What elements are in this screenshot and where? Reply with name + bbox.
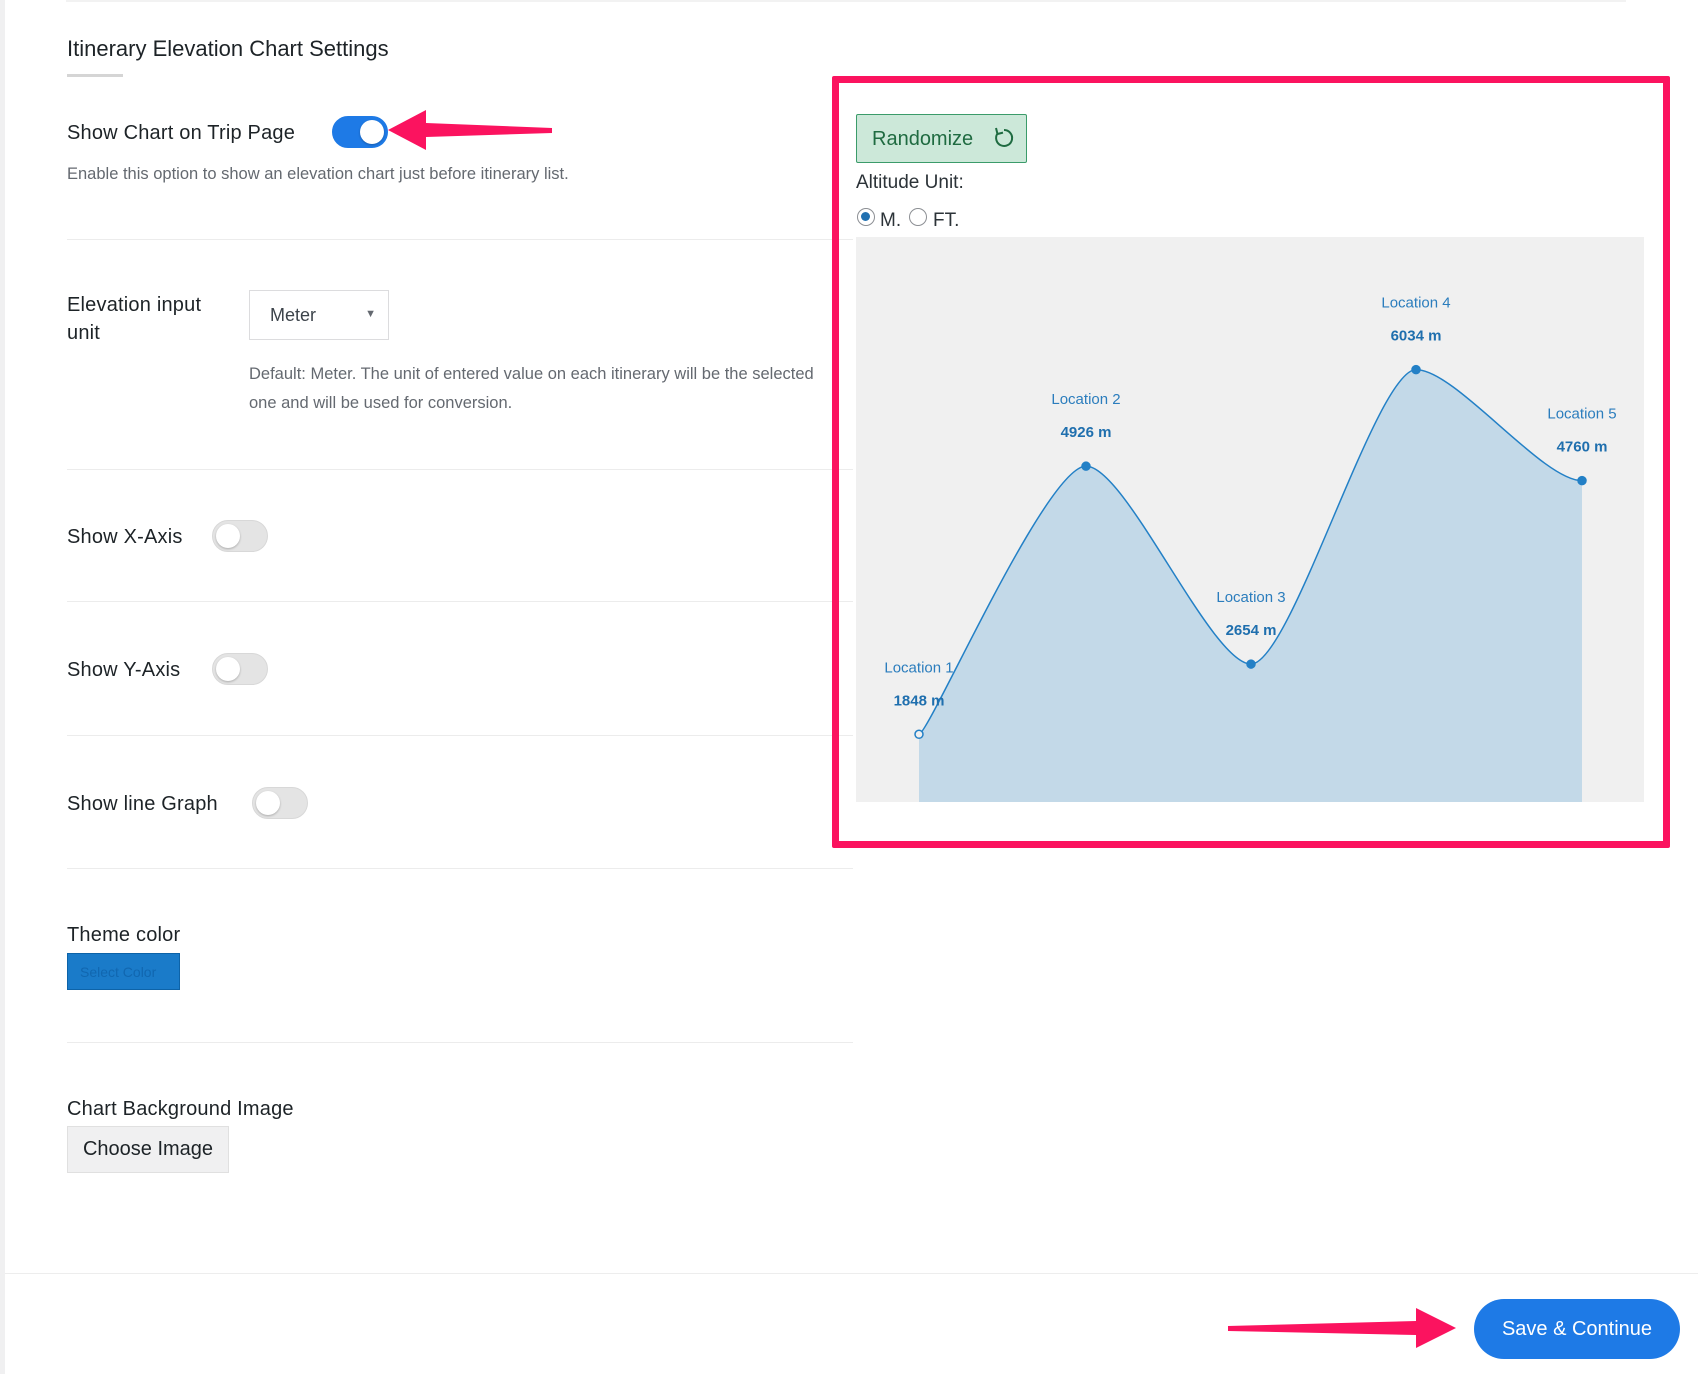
chart-category-label: Location 3	[1216, 589, 1285, 606]
save-continue-button[interactable]: Save & Continue	[1474, 1299, 1680, 1359]
chart-point	[1081, 461, 1091, 471]
altitude-unit-label: Altitude Unit:	[856, 172, 964, 193]
divider	[67, 239, 853, 240]
title-underline	[67, 74, 123, 77]
chart-category-label: Location 1	[884, 659, 953, 676]
refresh-icon	[995, 127, 1014, 147]
elevation-unit-value: Meter	[270, 305, 317, 325]
elevation-chart: Location 1 1848 m Location 2 4926 m Location…	[856, 237, 1644, 802]
arrow-icon	[1228, 1308, 1456, 1348]
unit-radio-meter-label: M.	[880, 210, 902, 231]
chart-value-label: 2654 m	[1226, 622, 1277, 639]
chart-point	[1411, 364, 1421, 375]
select-color-text: Select Color	[80, 964, 157, 980]
show-chart-label: Show Chart on Trip Page	[67, 122, 296, 144]
show-chart-toggle[interactable]	[332, 116, 388, 148]
unit-radio-feet[interactable]	[909, 208, 927, 226]
chart-category-label: Location 2	[1051, 391, 1120, 408]
footer-divider	[5, 1273, 1698, 1274]
toggle-knob	[216, 657, 240, 681]
chart-category-label: Location 4	[1381, 295, 1450, 312]
elevation-unit-label: Elevation input	[67, 294, 202, 316]
chart-value-label: 4926 m	[1061, 424, 1112, 441]
unit-radio-meter[interactable]	[857, 208, 875, 226]
theme-color-picker[interactable]: Select Color	[67, 953, 180, 990]
toggle-knob	[256, 791, 280, 815]
elevation-unit-select[interactable]: Meter ▼	[249, 290, 389, 340]
divider	[67, 1042, 853, 1043]
top-divider	[66, 0, 1626, 2]
elevation-unit-description-line2: one and will be used for conversion.	[249, 394, 513, 412]
chart-point	[1246, 659, 1256, 669]
section-title: Itinerary Elevation Chart Settings	[67, 36, 389, 61]
chevron-down-icon: ▼	[365, 308, 376, 320]
unit-radio-feet-label: FT.	[933, 210, 960, 231]
divider	[67, 735, 853, 736]
background-image-label: Chart Background Image	[67, 1098, 294, 1120]
theme-color-label: Theme color	[67, 924, 181, 946]
chart-category-label: Location 5	[1547, 406, 1616, 423]
show-line-graph-toggle[interactable]	[252, 787, 308, 819]
elevation-unit-description: Default: Meter. The unit of entered valu…	[249, 365, 814, 383]
chart-value-label: 6034 m	[1391, 328, 1442, 345]
show-chart-description: Enable this option to show an elevation …	[67, 165, 569, 183]
randomize-button[interactable]: Randomize	[856, 114, 1027, 163]
randomize-label: Randomize	[872, 128, 974, 150]
chart-value-label: 4760 m	[1557, 439, 1608, 456]
arrow-icon	[388, 110, 552, 150]
toggle-knob	[360, 120, 384, 144]
chart-point	[914, 729, 924, 740]
elevation-unit-label-line2: unit	[67, 322, 101, 344]
choose-image-button[interactable]: Choose Image	[67, 1126, 229, 1173]
chart-value-label: 1848 m	[894, 692, 945, 709]
show-x-axis-toggle[interactable]	[212, 520, 268, 552]
left-rail	[0, 0, 5, 1374]
divider	[67, 601, 853, 602]
chart-point	[1577, 475, 1587, 486]
show-y-axis-toggle[interactable]	[212, 653, 268, 685]
show-line-graph-label: Show line Graph	[67, 793, 218, 815]
show-x-axis-label: Show X-Axis	[67, 526, 183, 548]
divider	[67, 469, 853, 470]
show-y-axis-label: Show Y-Axis	[67, 659, 181, 681]
toggle-knob	[216, 524, 240, 548]
divider	[67, 868, 853, 869]
